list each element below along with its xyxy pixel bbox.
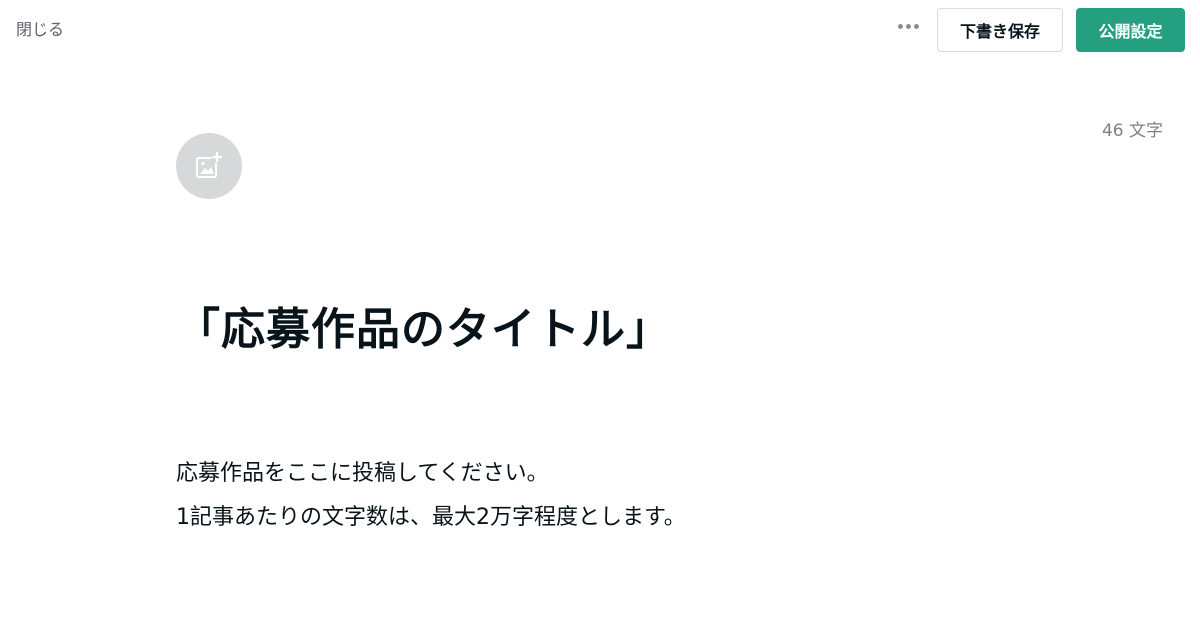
body-paragraph: 1記事あたりの文字数は、最大2万字程度とします。 (176, 505, 686, 530)
more-options-button[interactable] (894, 14, 922, 38)
more-horizontal-icon (897, 23, 903, 29)
close-button[interactable]: 閉じる (16, 19, 64, 41)
editor-page: 閉じる 下書き保存 公開設定 46 文字 「応募作品のタイトル」 応募作品をここ… (0, 0, 1200, 638)
save-draft-button[interactable]: 下書き保存 (937, 8, 1063, 52)
publish-settings-button[interactable]: 公開設定 (1076, 8, 1185, 52)
add-image-icon (196, 151, 223, 178)
more-horizontal-icon-dot (905, 23, 911, 29)
article-body[interactable]: 応募作品をここに投稿してください。 1記事あたりの文字数は、最大2万字程度としま… (176, 452, 686, 540)
article-title[interactable]: 「応募作品のタイトル」 (176, 300, 671, 360)
more-horizontal-icon-dot (913, 23, 919, 29)
body-paragraph: 応募作品をここに投稿してください。 (176, 461, 549, 486)
add-image-button[interactable] (176, 133, 242, 199)
char-count: 46 文字 (1101, 121, 1163, 141)
